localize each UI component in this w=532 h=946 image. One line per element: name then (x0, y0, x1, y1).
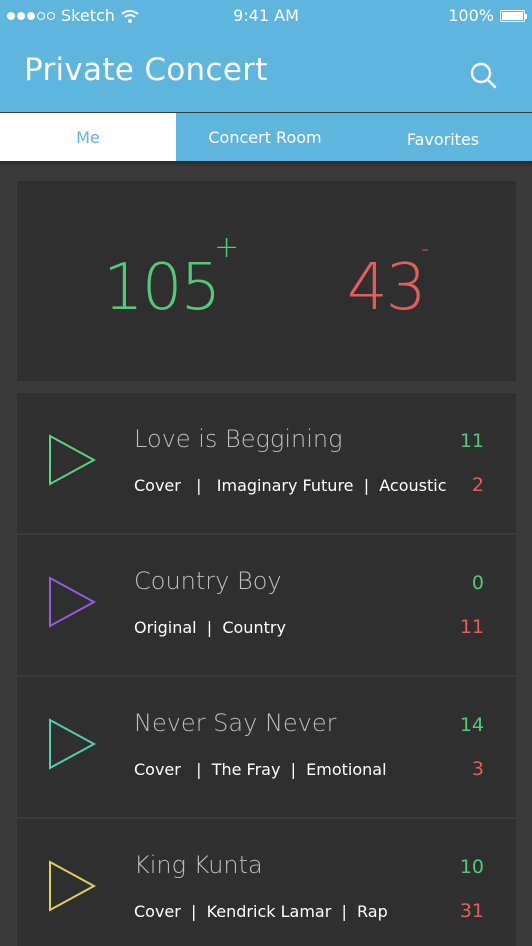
song-title: King Kunta (134, 851, 263, 879)
tab-shadow (0, 161, 532, 167)
app-bar: Private Concert (0, 30, 532, 112)
song-tag: Cover (134, 902, 181, 921)
score-card: 105 + 43 - (17, 181, 516, 381)
song-item[interactable]: Never Say Never Cover | The Fray | Emoti… (17, 677, 516, 817)
search-icon[interactable] (468, 60, 498, 90)
song-tag: The Fray (211, 760, 281, 779)
song-tags: Cover | The Fray | Emotional (134, 760, 387, 779)
tab-favorites[interactable]: Favorites (354, 113, 532, 161)
song-item[interactable]: Love is Beggining Cover | Imaginary Futu… (17, 393, 516, 533)
play-icon[interactable] (48, 860, 96, 912)
song-title: Country Boy (134, 567, 282, 595)
battery-group: 100% (448, 6, 527, 25)
song-tag: Cover (134, 476, 181, 495)
tab-concert-room[interactable]: Concert Room (176, 113, 354, 161)
song-item[interactable]: King Kunta Cover | Kendrick Lamar | Rap … (17, 819, 516, 946)
upvote-count: 11 (459, 430, 484, 452)
page-title: Private Concert (24, 52, 268, 88)
tag-separator: | (180, 902, 207, 921)
song-tag: Kendrick Lamar (206, 902, 332, 921)
song-tags: Cover | Imaginary Future | Acoustic (134, 476, 447, 495)
song-tag: Country (222, 618, 286, 637)
battery-percent: 100% (448, 6, 494, 25)
song-title: Love is Beggining (134, 425, 343, 453)
tag-separator: | (180, 760, 212, 779)
play-icon[interactable] (48, 434, 96, 486)
downvote-count: 3 (471, 758, 484, 780)
upvote-count: 14 (459, 714, 484, 736)
song-tags: Cover | Kendrick Lamar | Rap (134, 902, 388, 921)
song-tag: Cover (134, 760, 181, 779)
song-item[interactable]: Country Boy Original | Country 0 11 (17, 535, 516, 675)
downvote-count: 31 (459, 900, 484, 922)
play-icon[interactable] (48, 718, 96, 770)
status-bar: Sketch 9:41 AM 100% (0, 0, 532, 30)
upvote-count: 0 (471, 572, 484, 594)
positive-score: 105 (103, 251, 221, 325)
tab-me[interactable]: Me (0, 113, 176, 161)
song-tag: Original (134, 618, 197, 637)
song-tag: Emotional (306, 760, 387, 779)
negative-symbol: - (421, 237, 429, 262)
tag-separator: | (331, 902, 358, 921)
song-tag: Acoustic (379, 476, 447, 495)
tag-separator: | (280, 760, 307, 779)
play-icon[interactable] (48, 576, 96, 628)
downvote-count: 2 (471, 474, 484, 496)
battery-icon (500, 9, 527, 22)
tab-bar: Me Concert Room Favorites (0, 113, 532, 161)
song-tag: Rap (357, 902, 388, 921)
tag-separator: | (353, 476, 380, 495)
song-tag: Imaginary Future (216, 476, 354, 495)
upvote-count: 10 (459, 856, 484, 878)
negative-score: 43 (347, 251, 426, 325)
positive-symbol: + (214, 230, 240, 265)
tag-separator: | (196, 618, 223, 637)
downvote-count: 11 (459, 616, 484, 638)
song-title: Never Say Never (134, 709, 337, 737)
song-tags: Original | Country (134, 618, 286, 637)
tag-separator: | (180, 476, 217, 495)
